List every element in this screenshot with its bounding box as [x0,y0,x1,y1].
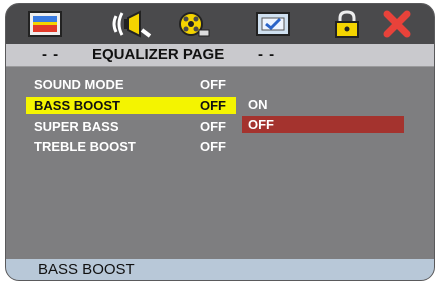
general-setup-icon[interactable] [26,9,64,39]
title-dash-left: - - [42,46,60,63]
option-off[interactable]: OFF [242,116,404,133]
menu-item-super-bass[interactable]: SUPER BASS OFF [26,118,236,135]
exit-icon[interactable] [378,9,416,39]
audio-setup-icon[interactable] [110,9,154,39]
option-label: ON [248,97,268,112]
menu-item-bass-boost[interactable]: BASS BOOST OFF [26,97,236,114]
menu-item-label: BASS BOOST [34,98,120,113]
video-setup-icon[interactable] [174,9,212,39]
menu-item-label: SUPER BASS [34,119,119,134]
title-dash-right: - - [258,46,276,63]
menu-item-label: TREBLE BOOST [34,139,136,154]
page-title: EQUALIZER PAGE [92,46,225,63]
menu-item-value: OFF [200,139,226,154]
menu-item-treble-boost[interactable]: TREBLE BOOST OFF [26,138,236,155]
menu-item-sound-mode[interactable]: SOUND MODE OFF [26,76,236,93]
option-label: OFF [248,117,274,132]
setup-toolbar [6,4,434,44]
menu-item-label: SOUND MODE [34,77,124,92]
preference-icon[interactable] [254,9,292,39]
page-title-bar: - - EQUALIZER PAGE - - [6,44,434,67]
option-on[interactable]: ON [242,96,404,113]
menu-item-value: OFF [200,98,226,113]
status-text: BASS BOOST [38,261,135,278]
menu-item-value: OFF [200,77,226,92]
password-icon[interactable] [328,9,366,39]
osd-panel: - - EQUALIZER PAGE - - SOUND MODE OFF BA… [5,3,435,281]
menu-item-value: OFF [200,119,226,134]
status-bar: BASS BOOST [6,259,434,280]
